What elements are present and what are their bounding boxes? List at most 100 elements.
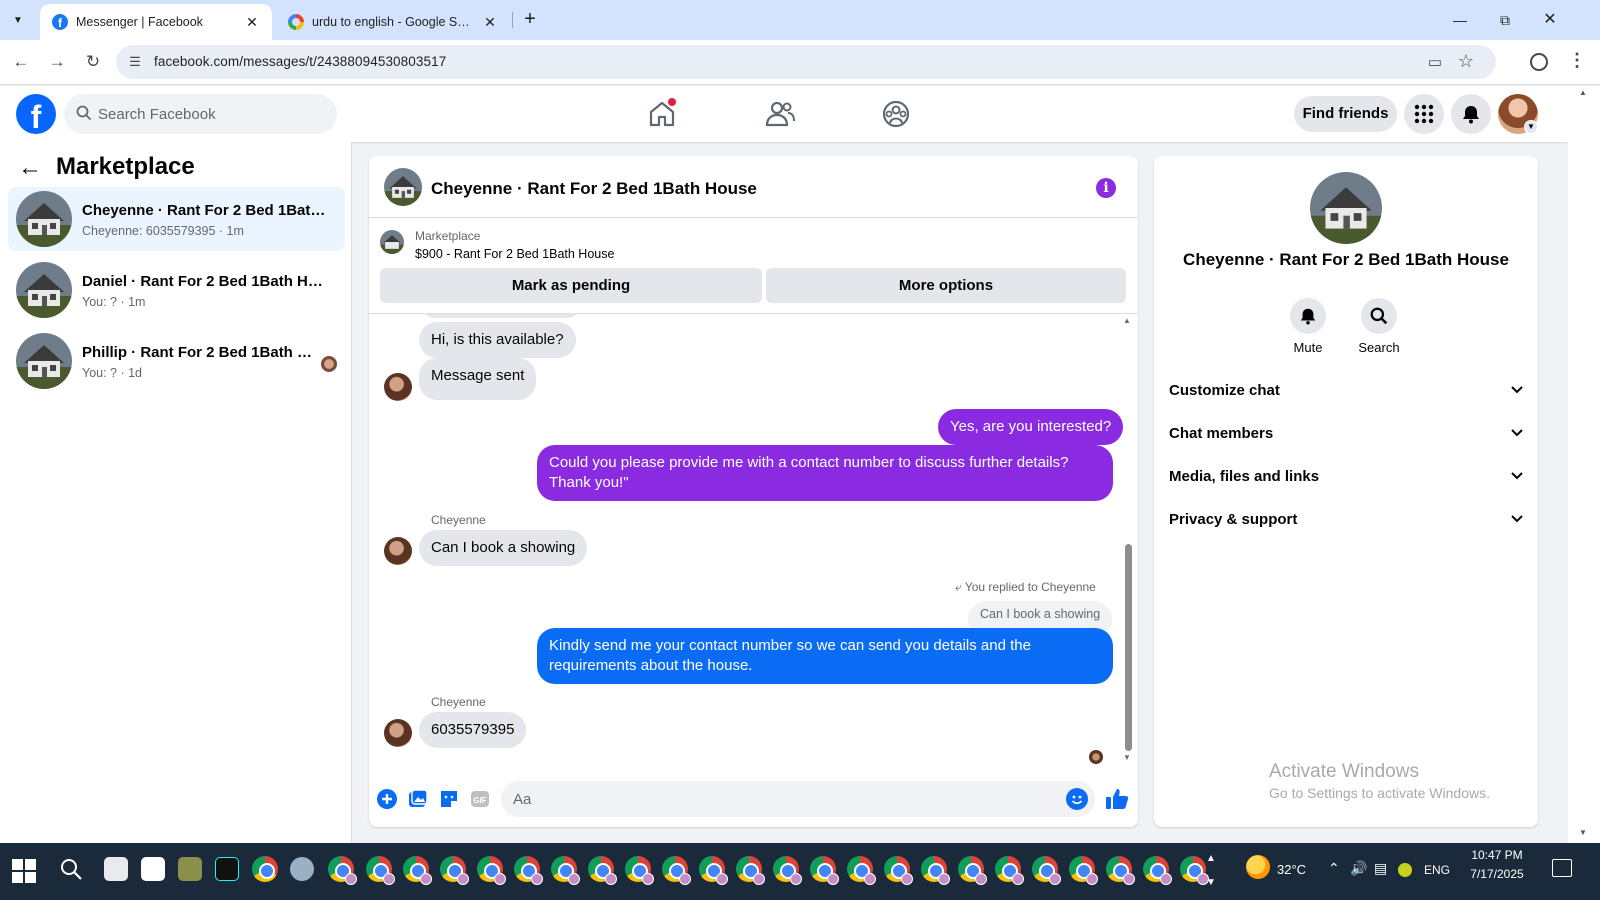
search-icon[interactable]: [58, 856, 86, 884]
chrome-icon[interactable]: [252, 856, 278, 882]
tab-messenger[interactable]: f Messenger | Facebook ✕: [40, 4, 272, 40]
weather-icon[interactable]: [1246, 855, 1270, 879]
menu-grid-button[interactable]: [1404, 94, 1444, 134]
chevron-down-icon[interactable]: ▼: [1524, 120, 1538, 134]
facebook-logo[interactable]: f: [16, 94, 56, 134]
app-icon[interactable]: [104, 857, 128, 881]
tab-close-icon[interactable]: ✕: [244, 14, 260, 31]
facebook-search-box[interactable]: [64, 94, 337, 134]
chrome-profile-icon[interactable]: [1032, 856, 1061, 885]
scroll-up-arrow-icon[interactable]: ▲: [1123, 316, 1131, 325]
gif-icon[interactable]: GIF: [469, 788, 491, 810]
bookmark-star-icon[interactable]: ☆: [1458, 51, 1474, 72]
windows-start-icon[interactable]: [12, 859, 36, 883]
chat-title[interactable]: Cheyenne · Rant For 2 Bed 1Bath House: [431, 179, 757, 199]
search-input[interactable]: [98, 94, 328, 134]
tab-google-search[interactable]: urdu to english - Google Search ✕: [276, 4, 510, 40]
window-close-button[interactable]: ✕: [1530, 6, 1570, 34]
thumbs-up-icon[interactable]: [1104, 786, 1130, 812]
info-icon[interactable]: i: [1096, 178, 1116, 198]
chrome-profile-icon[interactable]: [662, 856, 691, 885]
chrome-profile-icon[interactable]: [884, 856, 913, 885]
notifications-button[interactable]: [1451, 94, 1491, 134]
chrome-profile-icon[interactable]: [403, 856, 432, 885]
chat-members-row[interactable]: Chat members: [1169, 415, 1525, 455]
find-friends-button[interactable]: Find friends: [1294, 96, 1397, 132]
clock-time[interactable]: 10:47 PM: [1460, 848, 1534, 862]
address-bar[interactable]: ☰ facebook.com/messages/t/24388094530803…: [116, 45, 1496, 79]
browser-profile-icon[interactable]: [1530, 53, 1548, 71]
app-icon[interactable]: [290, 857, 314, 881]
new-tab-button[interactable]: +: [518, 8, 542, 32]
chrome-profile-icon[interactable]: [847, 856, 876, 885]
chrome-profile-icon[interactable]: [921, 856, 950, 885]
media-files-links-row[interactable]: Media, files and links: [1169, 458, 1525, 498]
chrome-profile-icon[interactable]: [810, 856, 839, 885]
chrome-profile-icon[interactable]: [477, 856, 506, 885]
chrome-profile-icon[interactable]: [514, 856, 543, 885]
url-text[interactable]: facebook.com/messages/t/2438809453080351…: [154, 54, 446, 69]
thread-scrollbar[interactable]: ▲ ▼: [1123, 316, 1133, 771]
page-scrollbar[interactable]: ▲ ▼: [1568, 86, 1600, 843]
back-arrow-icon[interactable]: ←: [8, 49, 34, 75]
taskbar-scroll-icon[interactable]: ▲ ▼: [1206, 847, 1216, 895]
conversation-item[interactable]: Daniel · Rant For 2 Bed 1Bath House You:…: [8, 258, 345, 322]
clock-date[interactable]: 7/17/2025: [1460, 867, 1534, 881]
scroll-down-arrow-icon[interactable]: ▼: [1579, 828, 1587, 837]
friends-icon[interactable]: [762, 96, 798, 132]
emoji-icon[interactable]: [1066, 788, 1088, 810]
photo-icon[interactable]: [407, 788, 429, 810]
mark-as-pending-button[interactable]: Mark as pending: [380, 268, 762, 303]
chrome-profile-icon[interactable]: [1143, 856, 1172, 885]
input-language[interactable]: ENG: [1424, 863, 1450, 877]
chrome-profile-icon[interactable]: [958, 856, 987, 885]
back-arrow-icon[interactable]: ←: [18, 154, 42, 182]
chrome-profile-icon[interactable]: [366, 856, 395, 885]
install-app-icon[interactable]: ▭: [1428, 53, 1442, 71]
chrome-profile-icon[interactable]: [588, 856, 617, 885]
window-minimize-button[interactable]: —: [1440, 6, 1480, 34]
chrome-profile-icon[interactable]: [440, 856, 469, 885]
search-in-conversation-button[interactable]: Search: [1349, 298, 1409, 355]
scroll-up-arrow-icon[interactable]: ▲: [1579, 88, 1587, 97]
scrollbar-thumb[interactable]: [1125, 544, 1132, 751]
tiktok-icon[interactable]: [215, 857, 239, 881]
mute-button[interactable]: Mute: [1278, 298, 1338, 355]
notification-center-icon[interactable]: [1552, 859, 1572, 877]
chrome-profile-icon[interactable]: [551, 856, 580, 885]
reload-icon[interactable]: ↻: [80, 49, 106, 75]
chrome-profile-icon[interactable]: [1069, 856, 1098, 885]
sticker-icon[interactable]: [438, 788, 460, 810]
network-icon[interactable]: ▤: [1374, 860, 1387, 877]
listing-price-title[interactable]: $900 - Rant For 2 Bed 1Bath House: [415, 247, 614, 261]
chrome-profile-icon[interactable]: [995, 856, 1024, 885]
house-thumbnail[interactable]: [384, 168, 422, 206]
speaker-icon[interactable]: 🔊: [1350, 860, 1367, 877]
plus-circle-icon[interactable]: [376, 788, 398, 810]
window-restore-button[interactable]: ⧉: [1485, 6, 1525, 34]
chrome-profile-icon[interactable]: [736, 856, 765, 885]
chrome-profile-icon[interactable]: [773, 856, 802, 885]
forward-arrow-icon[interactable]: →: [44, 49, 70, 75]
chrome-profile-icon[interactable]: [1106, 856, 1135, 885]
vpn-icon[interactable]: [1398, 863, 1412, 877]
store-icon[interactable]: [141, 857, 165, 881]
conversation-item[interactable]: Cheyenne · Rant For 2 Bed 1Bath House Ch…: [8, 187, 345, 251]
browser-menu-icon[interactable]: ⋮: [1568, 50, 1586, 71]
site-info-icon[interactable]: ☰: [126, 53, 144, 71]
chrome-profile-icon[interactable]: [1180, 856, 1209, 885]
conversation-item[interactable]: Phillip · Rant For 2 Bed 1Bath House You…: [8, 329, 345, 393]
message-input[interactable]: [501, 781, 1095, 817]
tab-search-button[interactable]: ▼: [6, 8, 30, 32]
weather-temperature[interactable]: 32°C: [1277, 862, 1306, 877]
privacy-support-row[interactable]: Privacy & support: [1169, 501, 1525, 541]
groups-icon[interactable]: [878, 96, 914, 132]
chrome-profile-icon[interactable]: [328, 856, 357, 885]
chevron-up-icon[interactable]: ⌃: [1328, 860, 1340, 877]
chrome-profile-icon[interactable]: [699, 856, 728, 885]
more-options-button[interactable]: More options: [766, 268, 1126, 303]
customize-chat-row[interactable]: Customize chat: [1169, 372, 1525, 412]
chrome-profile-icon[interactable]: [625, 856, 654, 885]
app-icon[interactable]: [178, 857, 202, 881]
tab-close-icon[interactable]: ✕: [482, 14, 498, 31]
